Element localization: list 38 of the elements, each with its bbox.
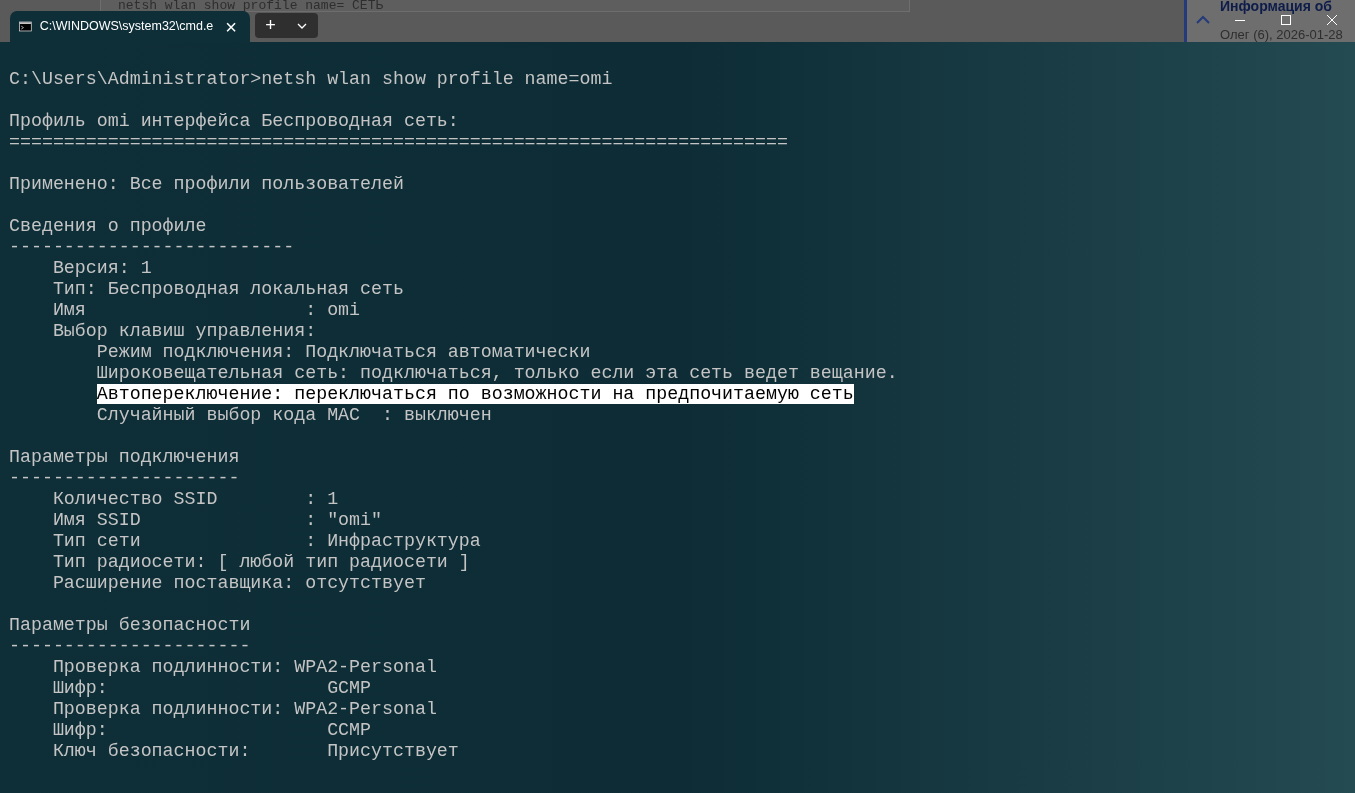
terminal-line: Сведения о профиле (9, 216, 208, 237)
chevron-down-icon (297, 22, 307, 29)
terminal-line: Тип: Беспроводная локальная сеть (51, 279, 405, 300)
terminal-line: Режим подключения: Подключаться автоматически (95, 342, 592, 363)
terminal-line: Параметры безопасности (9, 615, 252, 636)
terminal-line: Выбор клавиш управления: (51, 321, 318, 342)
maximize-icon (1281, 15, 1291, 25)
terminal-line: Имя : omi (51, 300, 362, 321)
terminal-line: Проверка подлинности: WPA2-Personal (51, 699, 438, 720)
terminal-line: Параметры подключения (9, 447, 241, 468)
console-icon (19, 20, 32, 33)
terminal-line: Применено: Все профили пользователей (9, 174, 405, 195)
terminal-line: Профиль omi интерфейса Беспроводная сеть: (9, 111, 460, 132)
terminal-line: ---------------------- (9, 636, 252, 657)
close-tab-button[interactable]: × (221, 16, 241, 37)
terminal-line: Ключ безопасности: Присутствует (51, 741, 460, 762)
terminal-line: --------------------- (9, 468, 241, 489)
terminal-line: Тип радиосети: [ любой тип радиосети ] (51, 552, 471, 573)
terminal-line: Шифр: CCMP (51, 720, 373, 741)
close-icon (1327, 15, 1337, 25)
minimize-icon (1235, 19, 1245, 21)
terminal-line: ======================================================================= (9, 132, 789, 153)
background-panel-meta: Олег (6), 2026-01-28 (1220, 28, 1343, 41)
terminal-line: C:\Users\Administrator>netsh wlan show profile name=omi (9, 69, 614, 90)
terminal-line: Имя SSID : "omi" (51, 510, 383, 531)
terminal-line: Случайный выбор кода MAC : выключен (95, 405, 493, 426)
terminal-line: Расширение поставщика: отсутствует (51, 573, 427, 594)
tab-title: C:\WINDOWS\system32\cmd.e (39, 18, 214, 36)
terminal-tab[interactable]: C:\WINDOWS\system32\cmd.e × (10, 11, 250, 42)
terminal-line: Широковещательная сеть: подключаться, только если эта сеть ведет вещание. (95, 363, 899, 384)
chevron-up-icon (1196, 15, 1210, 24)
terminal-line: Версия: 1 (51, 258, 153, 279)
terminal-line: -------------------------- (9, 237, 296, 258)
terminal-line: Проверка подлинности: WPA2-Personal (51, 657, 438, 678)
terminal-line: Тип сети : Инфраструктура (51, 531, 482, 552)
terminal-line: Шифр: GCMP (51, 678, 373, 699)
terminal-line: Количество SSID : 1 (51, 489, 340, 510)
background-panel-title: Информация об (1220, 0, 1332, 13)
